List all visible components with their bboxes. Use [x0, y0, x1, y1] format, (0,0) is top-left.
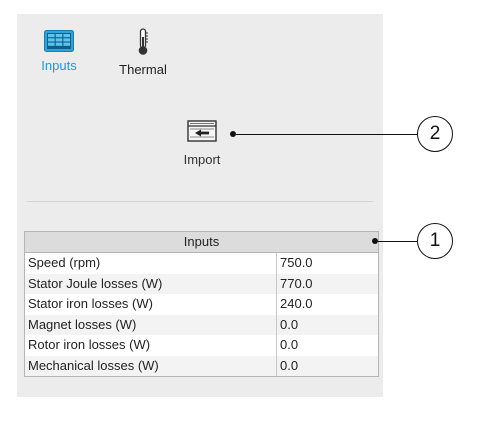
inputs-table: Inputs Speed (rpm) 750.0 Stator Joule los…: [24, 231, 379, 377]
table-row[interactable]: Rotor iron losses (W) 0.0: [25, 335, 378, 356]
row-label: Rotor iron losses (W): [25, 335, 277, 356]
callout-2-badge: 2: [417, 116, 453, 152]
table-body: Speed (rpm) 750.0 Stator Joule losses (W)…: [25, 253, 378, 376]
import-label: Import: [183, 152, 221, 167]
callout-1-badge: 1: [417, 223, 453, 259]
table-row[interactable]: Speed (rpm) 750.0: [25, 253, 378, 274]
table-icon: [44, 30, 74, 52]
inputs-panel: Inputs Thermal Import Inputs Speed (rpm)…: [17, 14, 383, 397]
row-value[interactable]: 770.0: [277, 274, 378, 295]
table-header: Inputs: [25, 232, 378, 253]
table-row[interactable]: Mechanical losses (W) 0.0: [25, 355, 378, 377]
row-label: Magnet losses (W): [25, 314, 277, 335]
row-label: Stator Joule losses (W): [25, 273, 277, 294]
import-button[interactable]: Import: [177, 120, 227, 167]
table-row[interactable]: Stator iron losses (W) 240.0: [25, 294, 378, 315]
row-label: Speed (rpm): [25, 253, 277, 274]
import-icon: [187, 120, 217, 142]
mode-button-inputs[interactable]: Inputs: [37, 30, 81, 73]
row-value[interactable]: 0.0: [277, 335, 378, 356]
divider: [27, 201, 373, 202]
row-value[interactable]: 0.0: [277, 356, 378, 377]
callout-1-line: [378, 241, 418, 242]
callout-2-line: [236, 134, 418, 135]
row-value[interactable]: 0.0: [277, 315, 378, 336]
mode-button-thermal[interactable]: Thermal: [113, 28, 173, 77]
table-row[interactable]: Magnet losses (W) 0.0: [25, 314, 378, 336]
row-label: Mechanical losses (W): [25, 355, 277, 376]
mode-label-thermal: Thermal: [119, 62, 167, 77]
table-row[interactable]: Stator Joule losses (W) 770.0: [25, 273, 378, 295]
row-value[interactable]: 750.0: [277, 253, 378, 274]
thermometer-icon: [138, 28, 148, 55]
row-label: Stator iron losses (W): [25, 294, 277, 315]
row-value[interactable]: 240.0: [277, 294, 378, 315]
mode-label-inputs: Inputs: [41, 58, 77, 73]
